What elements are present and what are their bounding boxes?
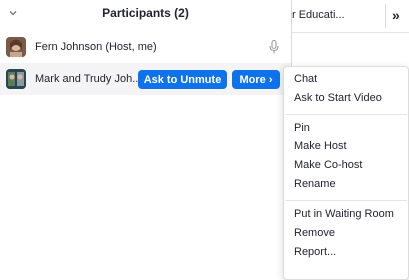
participant-name: Mark and Trudy Joh... (35, 73, 142, 85)
participants-panel: Participants (2) Fern Johnson (Host, me) (0, 0, 292, 280)
menu-item-report[interactable]: Report... (294, 246, 336, 258)
menu-divider (285, 200, 407, 201)
menu-item-pin[interactable]: Pin (294, 122, 310, 134)
background-tab[interactable]: r Educati... (292, 9, 387, 21)
toolbar-divider (385, 4, 386, 28)
menu-item-rename[interactable]: Rename (294, 178, 336, 190)
ask-to-unmute-button[interactable]: Ask to Unmute (138, 70, 227, 89)
menu-item-put-in-waiting-room[interactable]: Put in Waiting Room (294, 208, 394, 220)
participant-name: Fern Johnson (Host, me) (35, 41, 157, 53)
menu-item-remove[interactable]: Remove (294, 227, 335, 239)
participant-context-menu: Chat Ask to Start Video Pin Make Host Ma… (283, 66, 409, 280)
more-chevron-icon[interactable]: » (392, 7, 400, 23)
panel-title: Participants (2) (102, 6, 189, 20)
menu-item-make-co-host[interactable]: Make Co-host (294, 159, 362, 171)
menu-item-ask-to-start-video[interactable]: Ask to Start Video (294, 92, 382, 104)
menu-item-chat[interactable]: Chat (294, 73, 317, 85)
background-toolbar: r Educati... » (292, 0, 409, 33)
menu-item-make-host[interactable]: Make Host (294, 140, 347, 152)
menu-divider (285, 114, 407, 115)
avatar (6, 37, 26, 57)
participant-row[interactable]: Mark and Trudy Joh... Ask to Unmute More… (0, 63, 291, 95)
more-button[interactable]: More › (232, 70, 280, 89)
microphone-muted-icon[interactable] (269, 40, 279, 54)
panel-header: Participants (2) (0, 0, 291, 28)
avatar (6, 69, 26, 89)
participant-row[interactable]: Fern Johnson (Host, me) (0, 31, 291, 63)
